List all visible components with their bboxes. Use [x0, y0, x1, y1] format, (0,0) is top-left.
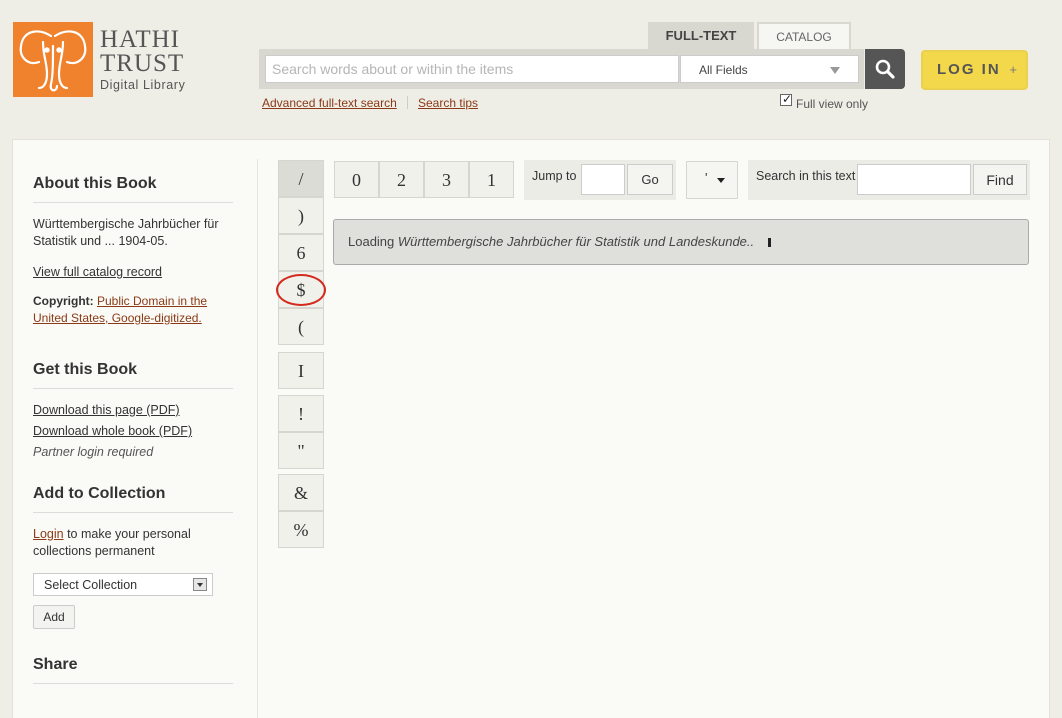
toolbar-button-ampersand[interactable]: &: [278, 474, 324, 511]
sidebar-divider: [257, 159, 258, 718]
logo-line-hathi: HATHI: [100, 26, 180, 53]
link-separator: [407, 96, 408, 109]
toolbar-button-paren-open[interactable]: (: [278, 308, 324, 345]
toolbar-button-three[interactable]: 3: [424, 161, 469, 198]
loading-cursor: [768, 238, 772, 247]
download-book-link[interactable]: Download whole book (PDF): [33, 423, 192, 440]
full-view-checkbox[interactable]: ✓: [780, 92, 793, 106]
book-title-text: Württembergische Jahrbücher für Statisti…: [33, 217, 219, 248]
find-button[interactable]: Find: [973, 164, 1027, 195]
jump-to-label: Jump to: [532, 169, 577, 183]
advanced-search-link[interactable]: Advanced full-text search: [262, 96, 397, 110]
plus-icon: +: [1009, 62, 1017, 77]
copyright-label: Copyright:: [33, 294, 94, 308]
checkmark-icon: ✓: [782, 92, 793, 106]
tab-full-text[interactable]: FULL-TEXT: [648, 22, 754, 50]
collection-select-value: Select Collection: [44, 578, 138, 592]
loading-title: Württembergische Jahrbücher für Statisti…: [397, 234, 755, 249]
search-input[interactable]: [265, 55, 679, 83]
copyright-info: Copyright: Public Domain in the United S…: [33, 293, 218, 327]
toolbar-button-percent[interactable]: %: [278, 511, 324, 548]
toolbar-button-exclamation[interactable]: !: [278, 395, 324, 432]
login-button[interactable]: LOG IN +: [921, 50, 1028, 90]
add-collection-heading: Add to Collection: [33, 485, 233, 513]
logo-line-digital-library: Digital Library: [100, 78, 186, 92]
jump-to-input[interactable]: [581, 164, 625, 195]
toolbar-button-quote[interactable]: ": [278, 432, 324, 469]
search-icon: [875, 59, 895, 79]
search-bar: All Fields: [259, 49, 864, 89]
hathitrust-logo-icon[interactable]: [13, 22, 93, 97]
view-catalog-record-link[interactable]: View full catalog record: [33, 264, 162, 281]
search-button[interactable]: [865, 49, 905, 89]
chevron-down-icon: [830, 67, 840, 74]
site-logo-text[interactable]: HATHI TRUST Digital Library: [100, 26, 186, 92]
collection-select[interactable]: Select Collection: [33, 573, 213, 596]
logo-line-trust: TRUST: [100, 50, 185, 77]
full-view-label: Full view only: [796, 97, 869, 111]
search-in-text-group: Search in this text Find: [748, 160, 1030, 200]
login-label: LOG IN: [937, 61, 1001, 78]
about-heading: About this Book: [33, 175, 233, 203]
jump-to-group: Jump to Go: [524, 160, 676, 200]
search-in-text-input[interactable]: [857, 164, 971, 195]
tab-catalog[interactable]: CATALOG: [757, 22, 851, 50]
toolbar-button-i[interactable]: I: [278, 352, 324, 389]
go-button[interactable]: Go: [627, 164, 673, 195]
view-mode-glyph: ': [705, 170, 708, 185]
toolbar-button-paren-close[interactable]: ): [278, 197, 324, 234]
toolbar-button-one[interactable]: 1: [469, 161, 514, 198]
toolbar-button-slash[interactable]: /: [278, 160, 324, 197]
collection-login-text: Login to make your personal collections …: [33, 526, 218, 560]
highlight-circle-annotation: [276, 274, 326, 306]
toolbar-button-six[interactable]: 6: [278, 234, 324, 271]
loading-prefix: Loading: [348, 234, 398, 249]
login-link[interactable]: Login: [33, 527, 64, 541]
caret-down-icon: [717, 178, 725, 183]
search-field-select[interactable]: All Fields: [680, 55, 859, 83]
search-tips-link[interactable]: Search tips: [418, 96, 478, 110]
toolbar-button-zero[interactable]: 0: [334, 161, 379, 198]
dropdown-arrow-icon: [193, 578, 207, 591]
view-mode-dropdown[interactable]: ': [686, 161, 738, 199]
get-book-heading: Get this Book: [33, 361, 233, 389]
toolbar-button-two[interactable]: 2: [379, 161, 424, 198]
add-collection-button[interactable]: Add: [33, 605, 75, 629]
loading-message: Loading Württembergische Jahrbücher für …: [333, 219, 1029, 265]
partner-login-note: Partner login required: [33, 445, 154, 459]
share-heading: Share: [33, 656, 233, 684]
search-in-text-label: Search in this text: [756, 169, 856, 183]
search-field-value: All Fields: [699, 63, 748, 77]
download-page-link[interactable]: Download this page (PDF): [33, 402, 180, 419]
